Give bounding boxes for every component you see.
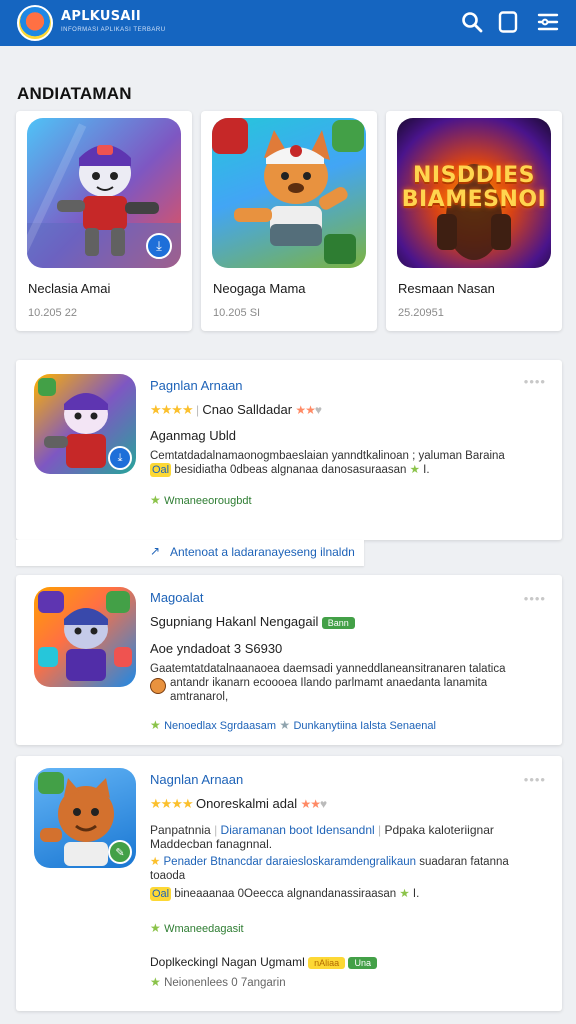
edit-badge-icon[interactable]: ✎: [108, 840, 132, 864]
feature-row: ★ Nenoedlax Sgrdaasam ★ Dunkanytiina Ial…: [150, 718, 542, 732]
app-icon[interactable]: ✎: [34, 768, 136, 868]
app-description: Cemtatdadalnamaonogmbaeslaian yanndtkali…: [150, 450, 505, 462]
status-badge: Bann: [321, 616, 355, 629]
app-icon[interactable]: ⤓: [34, 374, 136, 474]
footer-label: Doplkeckingl Nagan Ugmaml: [150, 955, 305, 970]
status-badge: Una: [348, 956, 377, 969]
window-button[interactable]: [496, 10, 520, 34]
related-link[interactable]: ↗ Antenoat a ladaranayeseng ilnaldn: [16, 540, 364, 566]
footer-meta: Neionenlees 0 7angarin: [164, 977, 286, 990]
feature-row: ★ Wmaneedagasit: [150, 921, 542, 935]
feature-text: Wmaneedagasit: [164, 923, 244, 936]
star-icon: ★: [150, 718, 161, 732]
star-icon: ★: [150, 921, 161, 936]
app-logo[interactable]: [17, 5, 53, 41]
rating-row: ★★★★ Onoreskalmi adal ★★♥: [150, 796, 328, 811]
related-link-text[interactable]: Antenoat a ladaranayeseng ilnaldn: [170, 545, 355, 559]
subtitle-row: Sgupniang Hakanl Nengagail Bann: [150, 614, 542, 629]
star-icon: ★: [399, 888, 410, 901]
star-icon: ★: [279, 718, 291, 732]
app-header: APLKUSAII INFORMASI APLIKASI TERBARU: [0, 0, 576, 46]
app-subtitle: Aganmag Ubld: [150, 428, 236, 443]
brand-title: APLKUSAII: [61, 9, 142, 24]
trend-icon: ↗: [150, 544, 161, 558]
app-description-line: Oal besidiatha 0dbeas algnanaa danosasur…: [150, 463, 542, 477]
app-description-text: bineaaanaa 0Oeecca algnandanassiraasan: [174, 888, 397, 901]
desc-suffix: suadaran fatanna: [419, 856, 509, 868]
desc-suffix: Pdpaka kaloteriignar: [384, 823, 494, 837]
app-description-line: Oal bineaaanaa 0Oeecca algnandanassiraas…: [150, 887, 542, 901]
app-description-text: besidiatha 0dbeas algnanaa danosasuraasa…: [174, 464, 407, 477]
featured-name: Neclasia Amai: [28, 281, 111, 296]
search-icon: [462, 12, 483, 33]
app-description: Gaatemtatdatalnaanaoea daemsadi yanneddl…: [150, 663, 506, 675]
rating-text: Cnao Salldadar: [202, 402, 293, 417]
square-icon: [498, 11, 518, 33]
menu-button[interactable]: [536, 10, 560, 34]
featured-thumbnail[interactable]: [212, 118, 366, 268]
featured-thumbnail[interactable]: ⤓: [27, 118, 181, 268]
section-title: ANDIATAMAN: [17, 84, 132, 103]
avatar: [150, 678, 166, 694]
rating-stars-icon: ★★: [300, 797, 320, 811]
app-description-line: Maddecban fanagnnal.: [150, 837, 273, 851]
app-description-suffix: I.: [412, 888, 420, 901]
menu-filter-icon: [537, 13, 559, 31]
app-description: Panpatnnia | Diaramanan boot Idensandnl …: [150, 823, 494, 837]
app-title[interactable]: Nagnlan Arnaan: [150, 772, 542, 787]
featured-meta: 10.205 SI: [213, 307, 261, 319]
feature-text: Nenoedlax Sgrdaasam: [164, 720, 277, 732]
footer-row: Doplkeckingl Nagan Ugmaml nAliaa Una: [150, 955, 542, 969]
app-description-text: antandr ikanarn ecoooea Ilando parlmamt …: [170, 677, 488, 689]
app-version: Aoe yndadoat 3 S6930: [150, 641, 283, 656]
star-icon: ★: [150, 975, 161, 990]
desc-link[interactable]: Diaramanan boot Idensandnl: [221, 823, 375, 837]
featured-meta: 10.205 22: [28, 307, 77, 319]
app-description-end: amtranarol,: [170, 691, 229, 703]
search-button[interactable]: [460, 10, 484, 34]
rating-row: ★★★★ | Cnao Salldadar ★★♥: [150, 402, 323, 417]
app-description-line: antandr ikanarn ecoooea Ilando parlmamt …: [150, 676, 542, 694]
rating-text: Onoreskalmi adal: [195, 796, 298, 811]
featured-card[interactable]: Neogaga Mama 10.205 SI: [201, 111, 377, 331]
app-description-line: ★ Penader Btnancdar daraiesloskaramdengr…: [150, 855, 542, 869]
star-icon: ★: [409, 464, 420, 477]
tag-label: Oal: [150, 463, 172, 477]
tag-label: Oal: [150, 887, 172, 901]
feature-row: ★ Wmaneeorougbdt: [150, 493, 542, 507]
featured-card[interactable]: ⤓ Neclasia Amai 10.205 22: [16, 111, 192, 331]
install-badge-icon[interactable]: ⤓: [146, 233, 172, 259]
app-subtitle: Sgupniang Hakanl Nengagail: [150, 614, 319, 629]
featured-name: Neogaga Mama: [213, 281, 306, 296]
feature-text: Dunkanytiina Ialsta Senaenal: [293, 720, 436, 732]
footer-meta-row: ★ Neionenlees 0 7angarin: [150, 975, 542, 989]
app-description-line: toaoda: [150, 870, 186, 882]
app-list-item[interactable]: ✎ •••• Nagnlan Arnaan ★★★★ Onoreskalmi a…: [16, 756, 562, 1011]
rating-stars-icon: ★★★★: [150, 402, 194, 417]
rating-stars-icon: ★★★★: [150, 796, 194, 811]
star-icon: ★: [150, 493, 161, 508]
install-badge-icon[interactable]: ⤓: [108, 446, 132, 470]
app-description-suffix: I.: [423, 464, 430, 477]
status-badge: nAliaa: [308, 956, 346, 969]
app-title[interactable]: Pagnlan Arnaan: [150, 378, 542, 393]
desc-link[interactable]: Penader Btnancdar daraiesloskaramdengral…: [164, 856, 417, 868]
brand-subtitle: INFORMASI APLIKASI TERBARU: [61, 27, 166, 33]
feature-text: Wmaneeorougbdt: [164, 495, 252, 508]
desc-prefix: Panpatnnia: [150, 823, 211, 837]
app-title[interactable]: Magoalat: [150, 590, 542, 605]
featured-card[interactable]: NISDDIES BIAMESNOI Resmaan Nasan 25.2095…: [386, 111, 562, 331]
rating-stars-icon: ★★: [295, 403, 315, 417]
app-icon[interactable]: [34, 587, 136, 687]
app-list-item[interactable]: •••• Magoalat Sgupniang Hakanl Nengagail…: [16, 575, 562, 745]
featured-thumbnail[interactable]: NISDDIES BIAMESNOI: [397, 118, 551, 268]
star-icon: ★: [150, 856, 161, 868]
featured-name: Resmaan Nasan: [398, 281, 495, 296]
app-list-item[interactable]: ⤓ •••• Pagnlan Arnaan ★★★★ | Cnao Sallda…: [16, 360, 562, 540]
thumbnail-art-text: NISDDIES BIAMESNOI: [401, 163, 547, 212]
featured-meta: 25.20951: [398, 307, 444, 319]
